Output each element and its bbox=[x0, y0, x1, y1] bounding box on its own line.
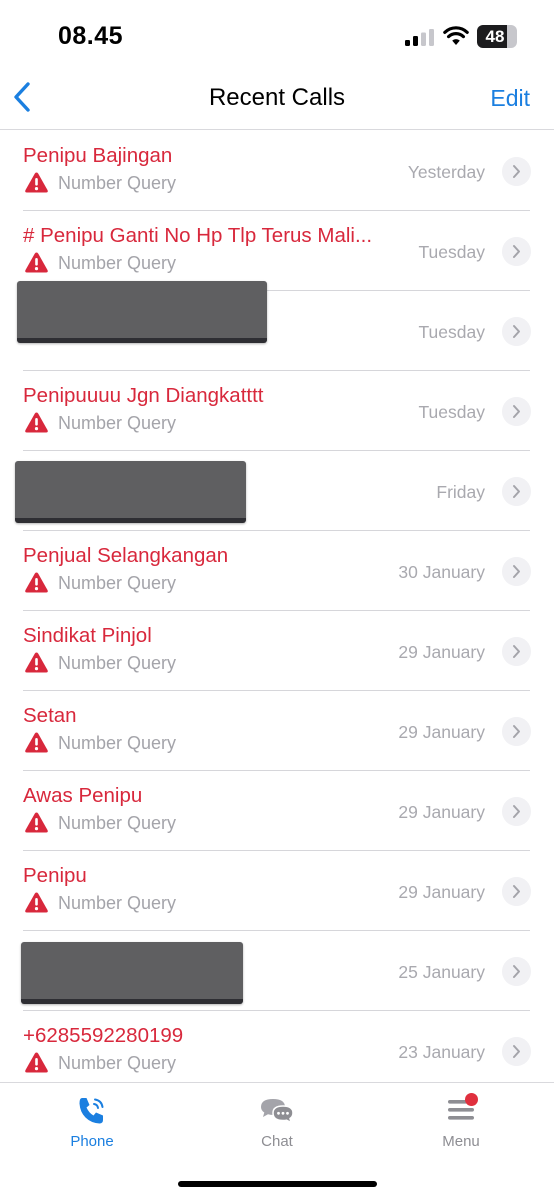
call-date: Friday bbox=[436, 482, 485, 502]
caller-name: Awas Penipu bbox=[23, 784, 143, 807]
call-date: Tuesday bbox=[418, 322, 485, 342]
redacted-caller-block bbox=[21, 942, 243, 1004]
call-row[interactable]: Awas Penipu Number Query 29 January bbox=[0, 771, 554, 851]
tab-label: Chat bbox=[261, 1133, 293, 1150]
call-row[interactable]: # Penipu Ganti No Hp Tlp Terus Mali... N… bbox=[0, 211, 554, 291]
chevron-right-icon[interactable] bbox=[502, 317, 531, 346]
recent-calls-screen: 08.45 48 Recent Calls Edit Penipu Bajing… bbox=[0, 0, 554, 1200]
call-date: 23 January bbox=[398, 1042, 485, 1062]
redacted-caller-block bbox=[15, 461, 246, 523]
redacted-caller-block bbox=[17, 281, 267, 343]
warning-icon bbox=[25, 732, 48, 753]
number-query-label: Number Query bbox=[58, 413, 177, 433]
warning-icon bbox=[25, 572, 48, 593]
edit-button[interactable]: Edit bbox=[490, 85, 530, 112]
call-row[interactable]: Friday bbox=[0, 451, 554, 531]
notification-badge bbox=[465, 1093, 478, 1106]
warning-icon bbox=[25, 812, 48, 833]
tab-chat[interactable]: Chat bbox=[185, 1083, 369, 1163]
number-query-label: Number Query bbox=[58, 1053, 177, 1073]
call-row[interactable]: 25 January bbox=[0, 931, 554, 1011]
battery-tip bbox=[514, 33, 517, 40]
call-row[interactable]: Penipu Number Query 29 January bbox=[0, 851, 554, 931]
chevron-right-icon[interactable] bbox=[502, 797, 531, 826]
caller-name: Sindikat Pinjol bbox=[23, 624, 152, 647]
tab-phone[interactable]: Phone bbox=[0, 1083, 184, 1163]
number-query-label: Number Query bbox=[58, 653, 177, 673]
call-date: 29 January bbox=[398, 802, 485, 822]
chevron-right-icon[interactable] bbox=[502, 1037, 531, 1066]
call-row[interactable]: Sindikat Pinjol Number Query 29 January bbox=[0, 611, 554, 691]
call-row[interactable]: Setan Number Query 29 January bbox=[0, 691, 554, 771]
chevron-right-icon[interactable] bbox=[502, 877, 531, 906]
chevron-right-icon[interactable] bbox=[502, 237, 531, 266]
number-query-label: Number Query bbox=[58, 173, 177, 193]
caller-name: Penipu Bajingan bbox=[23, 144, 173, 167]
warning-icon bbox=[25, 252, 48, 273]
call-date: 30 January bbox=[398, 562, 485, 582]
cellular-signal-icon bbox=[405, 29, 434, 46]
chevron-right-icon[interactable] bbox=[502, 157, 531, 186]
call-row[interactable]: Penjual Selangkangan Number Query 30 Jan… bbox=[0, 531, 554, 611]
chat-bubbles-icon bbox=[261, 1099, 294, 1124]
battery-indicator: 48 bbox=[477, 25, 517, 48]
caller-name: +6285592280199 bbox=[23, 1024, 184, 1047]
chevron-right-icon[interactable] bbox=[502, 477, 531, 506]
warning-icon bbox=[25, 892, 48, 913]
wifi-icon bbox=[443, 26, 469, 45]
chevron-right-icon[interactable] bbox=[502, 717, 531, 746]
call-date: 25 January bbox=[398, 962, 485, 982]
chevron-right-icon[interactable] bbox=[502, 557, 531, 586]
caller-name: Penipu bbox=[23, 864, 87, 887]
call-date: Tuesday bbox=[418, 402, 485, 422]
chevron-right-icon[interactable] bbox=[502, 957, 531, 986]
call-row[interactable]: +6285592280199 Number Query 23 January bbox=[0, 1011, 554, 1091]
tab-menu[interactable]: Menu bbox=[369, 1083, 553, 1163]
caller-name: Penjual Selangkangan bbox=[23, 544, 229, 567]
warning-icon bbox=[25, 412, 48, 433]
battery-level: 48 bbox=[485, 27, 505, 46]
caller-name: Setan bbox=[23, 704, 77, 727]
recent-calls-list: Penipu Bajingan Number Query Yesterday #… bbox=[0, 131, 554, 1091]
warning-icon bbox=[25, 652, 48, 673]
status-time: 08.45 bbox=[58, 22, 124, 50]
call-row[interactable]: Penipu Bajingan Number Query Yesterday bbox=[0, 131, 554, 211]
warning-icon bbox=[25, 1052, 48, 1073]
status-bar: 08.45 48 bbox=[0, 0, 554, 70]
call-row[interactable]: Penipuuuu Jgn Diangkatttt Number Query T… bbox=[0, 371, 554, 451]
chevron-right-icon[interactable] bbox=[502, 637, 531, 666]
call-date: 29 January bbox=[398, 642, 485, 662]
number-query-label: Number Query bbox=[58, 893, 177, 913]
call-date: 29 January bbox=[398, 722, 485, 742]
call-row[interactable]: Tuesday bbox=[0, 281, 554, 371]
tab-label: Phone bbox=[70, 1133, 114, 1150]
warning-icon bbox=[25, 172, 48, 193]
call-date: Yesterday bbox=[407, 162, 485, 182]
call-date: Tuesday bbox=[418, 242, 485, 262]
nav-bar: Recent Calls Edit bbox=[0, 70, 554, 130]
number-query-label: Number Query bbox=[58, 253, 177, 273]
call-date: 29 January bbox=[398, 882, 485, 902]
page-title: Recent Calls bbox=[208, 84, 346, 111]
number-query-label: Number Query bbox=[58, 573, 177, 593]
caller-name: # Penipu Ganti No Hp Tlp Terus Mali... bbox=[23, 224, 373, 247]
number-query-label: Number Query bbox=[58, 813, 177, 833]
phone-icon bbox=[79, 1098, 104, 1124]
home-indicator[interactable] bbox=[178, 1181, 377, 1187]
tab-label: Menu bbox=[442, 1133, 480, 1150]
caller-name: Penipuuuu Jgn Diangkatttt bbox=[23, 384, 264, 407]
number-query-label: Number Query bbox=[58, 733, 177, 753]
chevron-right-icon[interactable] bbox=[502, 397, 531, 426]
